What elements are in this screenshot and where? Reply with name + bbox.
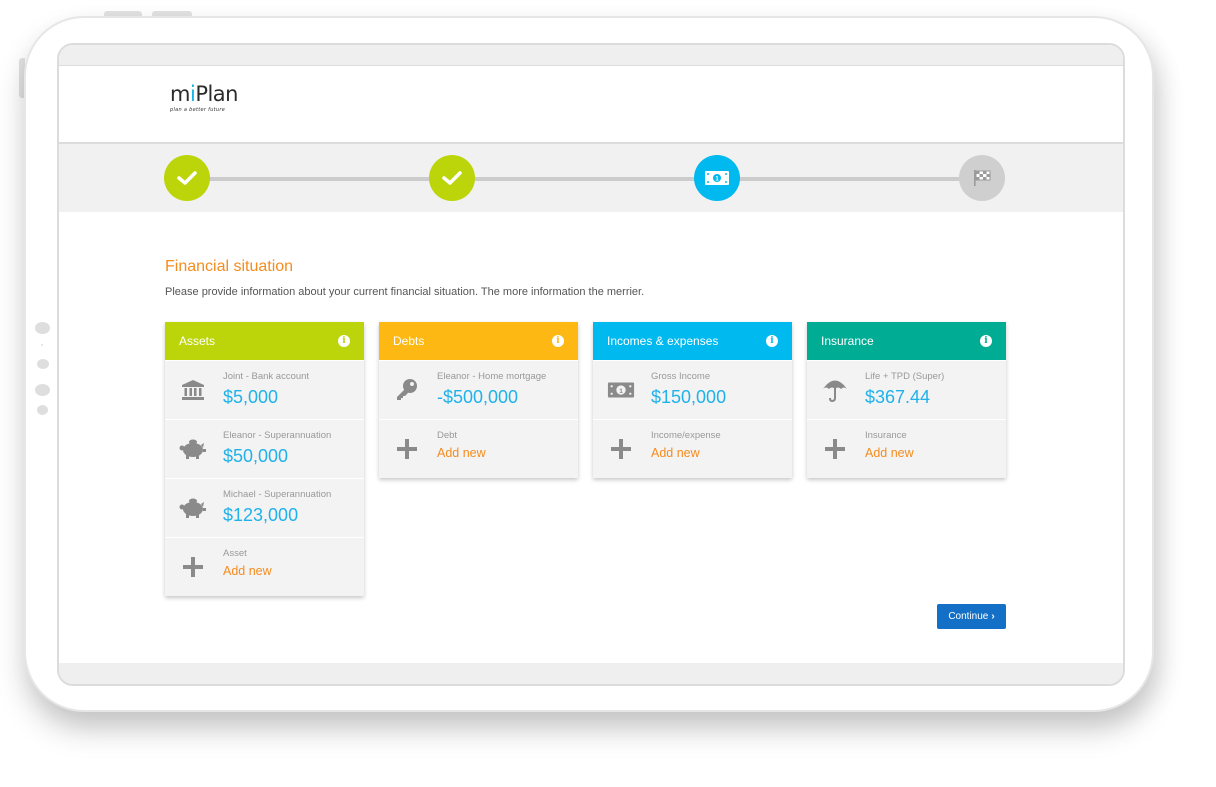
list-item[interactable]: Eleanor - Superannuation $50,000 <box>165 419 364 478</box>
add-label: Income/expense <box>651 430 721 441</box>
logo-tagline: plan a better future <box>170 107 226 113</box>
check-icon <box>442 171 462 185</box>
add-new-link[interactable]: Add new <box>437 446 486 460</box>
item-value: $5,000 <box>223 387 279 407</box>
info-icon[interactable]: i <box>766 335 778 347</box>
add-new-link[interactable]: Add new <box>865 446 914 460</box>
list-item[interactable]: 1 Gross Income $150,000 <box>593 360 792 419</box>
debts-card: Debts i Eleanor - Home mortgage -$500,00… <box>379 322 578 478</box>
incomes-card-title: Incomes & expenses <box>607 334 719 348</box>
debts-card-header: Debts i <box>379 322 578 360</box>
item-label: Life + TPD (Super) <box>865 371 945 382</box>
item-label: Eleanor - Superannuation <box>223 430 332 441</box>
sensor-dot <box>37 359 49 369</box>
list-item[interactable]: Joint - Bank account $5,000 <box>165 360 364 419</box>
money-icon: 1 <box>607 378 635 402</box>
money-icon: 1 <box>705 171 729 185</box>
insurance-card-title: Insurance <box>821 334 874 348</box>
key-icon <box>393 378 421 402</box>
item-value: $50,000 <box>223 446 289 466</box>
svg-text:1: 1 <box>619 388 623 395</box>
list-item[interactable]: Eleanor - Home mortgage -$500,000 <box>379 360 578 419</box>
debts-card-title: Debts <box>393 334 425 348</box>
plus-icon <box>821 437 849 461</box>
page-title: Financial situation <box>165 258 294 275</box>
item-label: Michael - Superannuation <box>223 489 332 500</box>
step-1-complete[interactable] <box>164 155 210 201</box>
check-icon <box>177 171 197 185</box>
umbrella-icon <box>821 378 849 402</box>
sensor-dot <box>35 384 50 396</box>
page-subtitle: Please provide information about your cu… <box>165 286 645 298</box>
info-icon[interactable]: i <box>338 335 350 347</box>
incomes-card-header: Incomes & expenses i <box>593 322 792 360</box>
item-value: -$500,000 <box>437 387 519 407</box>
assets-card-title: Assets <box>179 334 216 348</box>
info-icon[interactable]: i <box>980 335 992 347</box>
item-value: $123,000 <box>223 505 299 525</box>
bank-icon <box>179 378 207 402</box>
add-label: Insurance <box>865 430 907 441</box>
add-new-link[interactable]: Add new <box>651 446 700 460</box>
miplan-logo[interactable]: miPlan plan a better future <box>170 82 238 113</box>
add-label: Asset <box>223 548 247 559</box>
insurance-card-header: Insurance i <box>807 322 1006 360</box>
piggy-bank-icon <box>179 437 207 461</box>
sensor-dot <box>37 405 48 415</box>
step-4-pending[interactable] <box>959 155 1005 201</box>
insurance-card: Insurance i Life + TPD (Super) $367.44 I… <box>807 322 1006 478</box>
plus-icon <box>393 437 421 461</box>
list-item[interactable]: Michael - Superannuation $123,000 <box>165 478 364 537</box>
progress-stepper: 1 <box>59 144 1123 212</box>
assets-card-header: Assets i <box>165 322 364 360</box>
browser-bottom-bar <box>59 663 1123 684</box>
add-income-expense-button[interactable]: Income/expense Add new <box>593 419 792 478</box>
chevron-right-icon: › <box>991 611 995 622</box>
stepper-track <box>189 177 979 181</box>
assets-card: Assets i Joint - Bank account $5,000 Ele… <box>165 322 364 596</box>
flag-icon <box>974 170 991 186</box>
add-label: Debt <box>437 430 458 441</box>
add-insurance-button[interactable]: Insurance Add new <box>807 419 1006 478</box>
continue-button[interactable]: Continue › <box>937 604 1006 629</box>
item-value: $367.44 <box>865 387 931 407</box>
item-label: Joint - Bank account <box>223 371 310 382</box>
tablet-screen: miPlan plan a better future 1 Financial … <box>57 43 1125 686</box>
add-new-link[interactable]: Add new <box>223 564 272 578</box>
logo-text: miPlan <box>170 82 238 106</box>
info-icon[interactable]: i <box>552 335 564 347</box>
add-debt-button[interactable]: Debt Add new <box>379 419 578 478</box>
item-label: Gross Income <box>651 371 711 382</box>
item-value: $150,000 <box>651 387 727 407</box>
item-label: Eleanor - Home mortgage <box>437 371 547 382</box>
browser-top-bar <box>59 45 1123 66</box>
step-3-current[interactable]: 1 <box>694 155 740 201</box>
continue-label: Continue <box>948 611 989 622</box>
sensor-dot <box>41 344 43 346</box>
piggy-bank-icon <box>179 496 207 520</box>
step-2-complete[interactable] <box>429 155 475 201</box>
add-asset-button[interactable]: Asset Add new <box>165 537 364 596</box>
plus-icon <box>179 555 207 579</box>
plus-icon <box>607 437 635 461</box>
app-header: miPlan plan a better future <box>59 66 1123 144</box>
incomes-expenses-card: Incomes & expenses i 1 Gross Income $150… <box>593 322 792 478</box>
sensor-dot <box>35 322 50 334</box>
list-item[interactable]: Life + TPD (Super) $367.44 <box>807 360 1006 419</box>
